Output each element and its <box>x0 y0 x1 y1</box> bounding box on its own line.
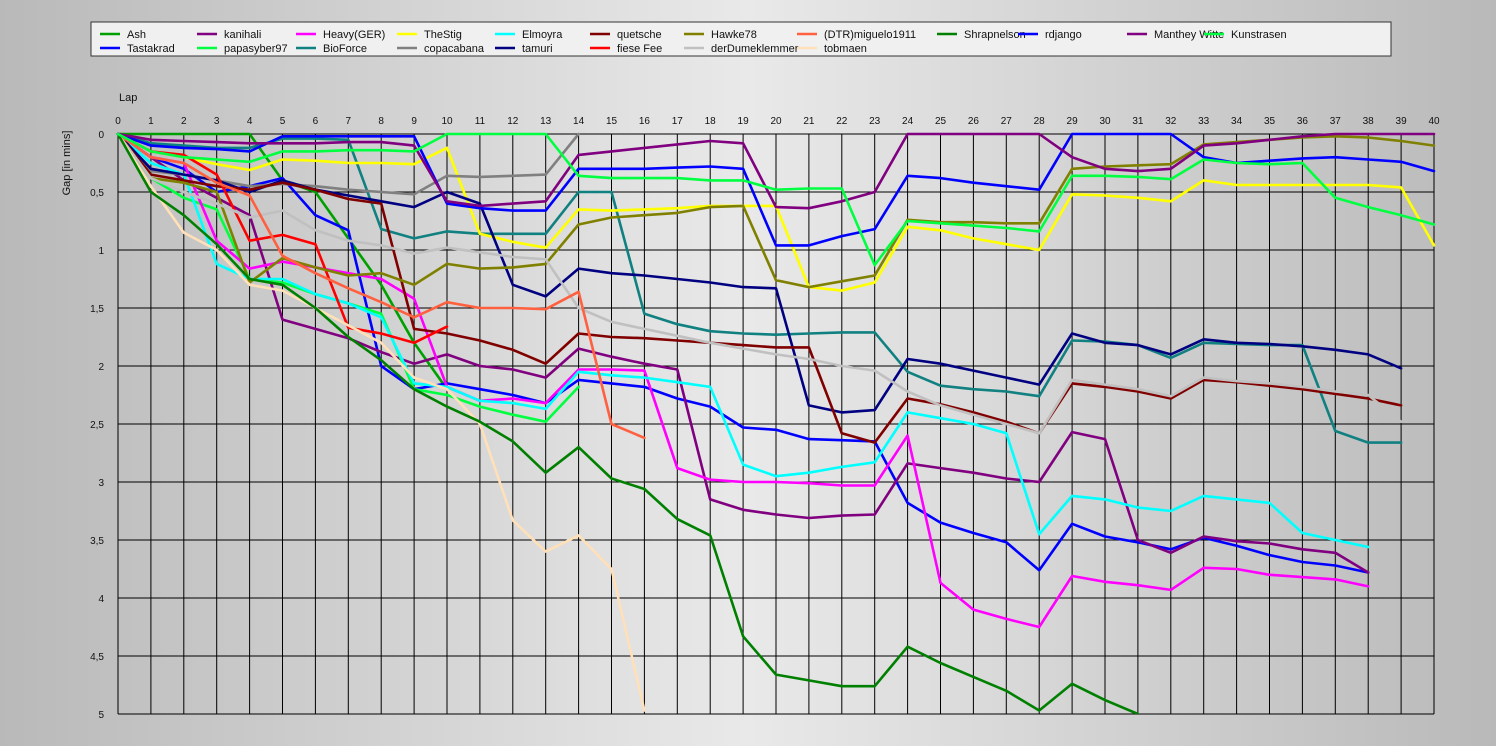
legend-label: Heavy(GER) <box>323 29 385 41</box>
x-tick-label: 28 <box>1034 116 1046 127</box>
legend-label: papasyber97 <box>224 43 288 55</box>
x-tick-label: 9 <box>411 116 417 127</box>
x-tick-label: 37 <box>1330 116 1342 127</box>
x-tick-label: 26 <box>968 116 980 127</box>
x-tick-label: 7 <box>346 116 352 127</box>
y-tick-label: 2,5 <box>90 420 104 431</box>
lap-gap-chart: Ash Tastakrad kanihali papasyber97 Heavy(GER… <box>61 21 1440 721</box>
x-tick-label: 23 <box>869 116 881 127</box>
y-tick-label: 3 <box>98 478 104 489</box>
x-tick-label: 29 <box>1067 116 1079 127</box>
x-tick-label: 4 <box>247 116 253 127</box>
legend-label: TheStig <box>424 29 462 41</box>
legend-label: (DTR)miguelo1911 <box>824 29 916 41</box>
x-tick-label: 20 <box>770 116 782 127</box>
legend-label: rdjango <box>1045 29 1082 41</box>
legend-label: Tastakrad <box>127 43 175 55</box>
x-tick-label: 17 <box>672 116 684 127</box>
x-tick-label: 18 <box>705 116 717 127</box>
legend-label: tobmaen <box>824 43 867 55</box>
legend-label: Kunstrasen <box>1231 29 1287 41</box>
legend-label: copacabana <box>424 43 485 55</box>
x-tick-label: 16 <box>639 116 651 127</box>
y-tick-label: 4,5 <box>90 652 104 663</box>
legend-label: derDumeklemmer <box>711 43 799 55</box>
x-tick-label: 11 <box>475 116 486 127</box>
x-tick-label: 40 <box>1428 116 1440 127</box>
legend-label: Shrapnelson <box>964 29 1026 41</box>
x-axis-label: Lap <box>119 92 137 104</box>
x-tick-label: 21 <box>803 116 815 127</box>
y-tick-label: 3,5 <box>90 536 104 547</box>
y-axis-label: Gap [in mins] <box>61 131 73 196</box>
legend-label: Ash <box>127 29 146 41</box>
legend: Ash Tastakrad kanihali papasyber97 Heavy(GER… <box>90 21 1392 57</box>
x-tick-label: 13 <box>540 116 552 127</box>
x-tick-label: 5 <box>280 116 286 127</box>
x-tick-label: 2 <box>181 116 187 127</box>
legend-label: BioForce <box>323 43 367 55</box>
legend-label: kanihali <box>224 29 261 41</box>
y-tick-label: 0,5 <box>90 188 104 199</box>
x-tick-label: 30 <box>1099 116 1111 127</box>
x-tick-label: 0 <box>115 116 121 127</box>
legend-label: fiese Fee <box>617 43 662 55</box>
x-tick-label: 36 <box>1297 116 1309 127</box>
legend-label: quetsche <box>617 29 662 41</box>
x-tick-label: 35 <box>1264 116 1276 127</box>
x-tick-label: 14 <box>573 116 585 127</box>
y-tick-label: 0 <box>98 130 104 141</box>
x-tick-label: 34 <box>1231 116 1243 127</box>
legend-label: Hawke78 <box>711 29 757 41</box>
x-tick-label: 19 <box>738 116 750 127</box>
x-tick-label: 12 <box>507 116 519 127</box>
y-tick-label: 4 <box>98 594 104 605</box>
x-tick-label: 38 <box>1363 116 1375 127</box>
x-tick-label: 15 <box>606 116 618 127</box>
x-tick-label: 33 <box>1198 116 1210 127</box>
x-tick-label: 22 <box>836 116 848 127</box>
x-tick-label: 32 <box>1165 116 1177 127</box>
x-tick-label: 25 <box>935 116 947 127</box>
y-tick-label: 1 <box>98 246 104 257</box>
x-tick-label: 31 <box>1132 116 1144 127</box>
legend-label: Elmoyra <box>522 29 563 41</box>
x-tick-label: 8 <box>378 116 384 127</box>
y-tick-label: 2 <box>98 362 104 373</box>
x-tick-label: 27 <box>1001 116 1013 127</box>
x-tick-label: 10 <box>441 116 453 127</box>
y-tick-label: 5 <box>98 710 104 721</box>
series-line-derdumeklemmer <box>116 132 1403 435</box>
x-tick-label: 6 <box>313 116 319 127</box>
x-tick-label: 24 <box>902 116 914 127</box>
y-tick-label: 1,5 <box>90 304 104 315</box>
x-tick-label: 1 <box>148 116 154 127</box>
x-tick-label: 3 <box>214 116 220 127</box>
x-tick-label: 39 <box>1396 116 1408 127</box>
legend-label: tamuri <box>522 43 553 55</box>
